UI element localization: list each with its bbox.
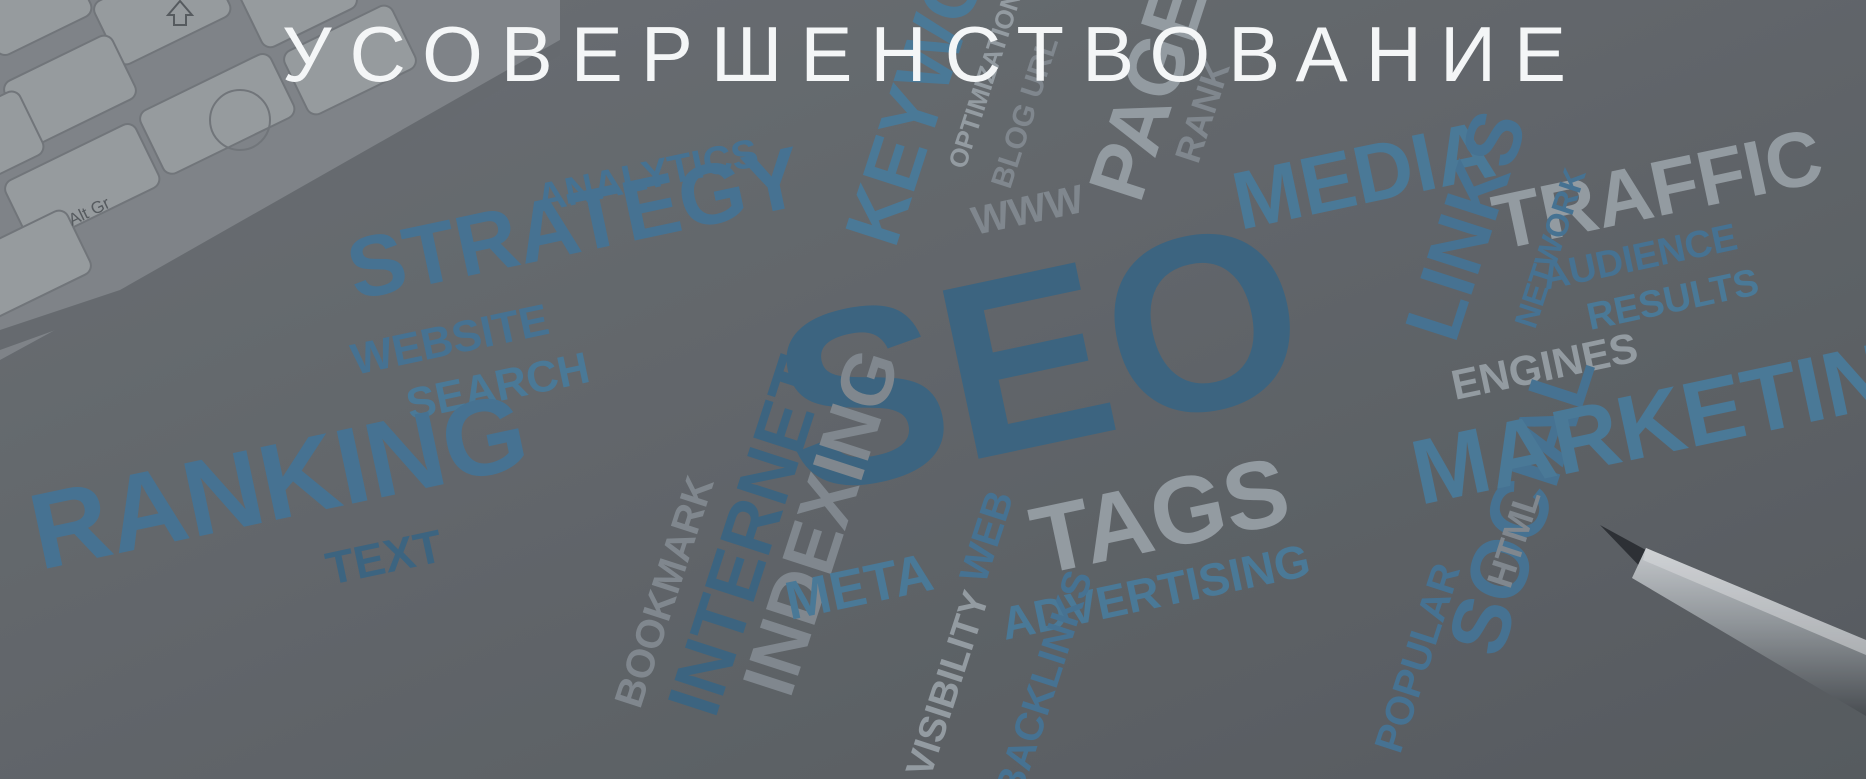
page-title: УСОВЕРШЕНСТВОВАНИЕ [281,10,1585,98]
seo-word-cloud-photo: Alt Gr SEO ANALYTICS STRATEGY KEYWORDS O… [0,0,1866,779]
hero-banner: Alt Gr SEO ANALYTICS STRATEGY KEYWORDS O… [0,0,1866,779]
